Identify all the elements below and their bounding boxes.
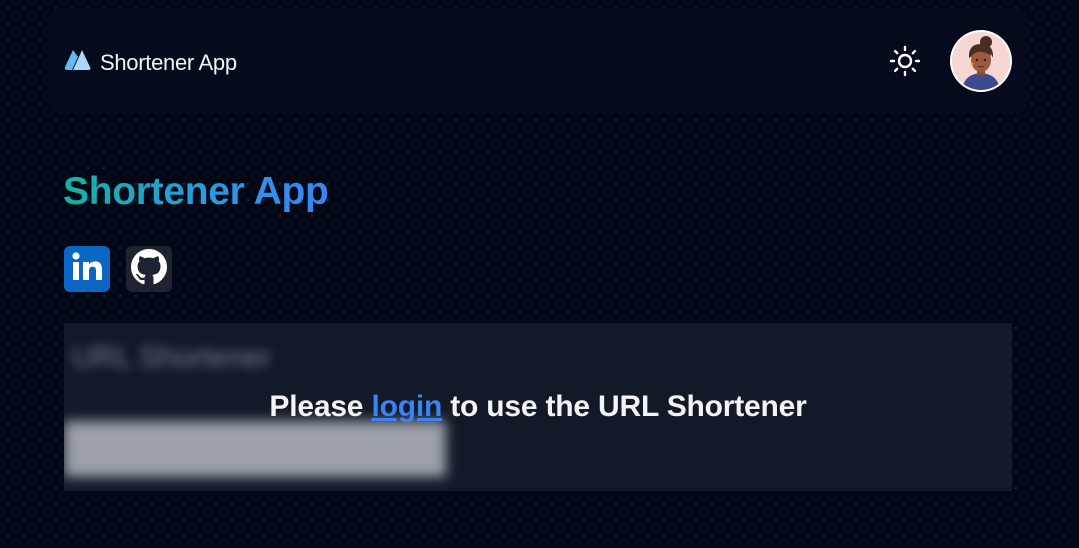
brand[interactable]: Shortener App <box>64 48 237 77</box>
social-links <box>64 246 172 292</box>
login-message-suffix: to use the URL Shortener <box>442 390 807 423</box>
user-avatar-button[interactable] <box>950 30 1012 92</box>
sun-icon <box>889 45 921 82</box>
login-message-prefix: Please <box>269 390 372 423</box>
theme-toggle-button[interactable] <box>888 45 922 82</box>
github-icon <box>131 248 167 290</box>
github-link[interactable] <box>126 246 172 292</box>
avatar <box>952 32 1010 90</box>
url-shortener-panel: URL Shortener Please login to use the UR… <box>64 323 1012 491</box>
brand-name: Shortener App <box>100 49 237 75</box>
login-message: Please login to use the URL Shortener <box>269 390 806 424</box>
login-link[interactable]: login <box>371 390 442 423</box>
linkedin-link[interactable] <box>64 246 110 292</box>
navbar: Shortener App <box>48 8 1029 114</box>
login-overlay: Please login to use the URL Shortener <box>64 323 1012 491</box>
app-logo-icon <box>64 48 92 77</box>
linkedin-icon <box>69 249 105 290</box>
page-title: Shortener App <box>63 170 329 213</box>
